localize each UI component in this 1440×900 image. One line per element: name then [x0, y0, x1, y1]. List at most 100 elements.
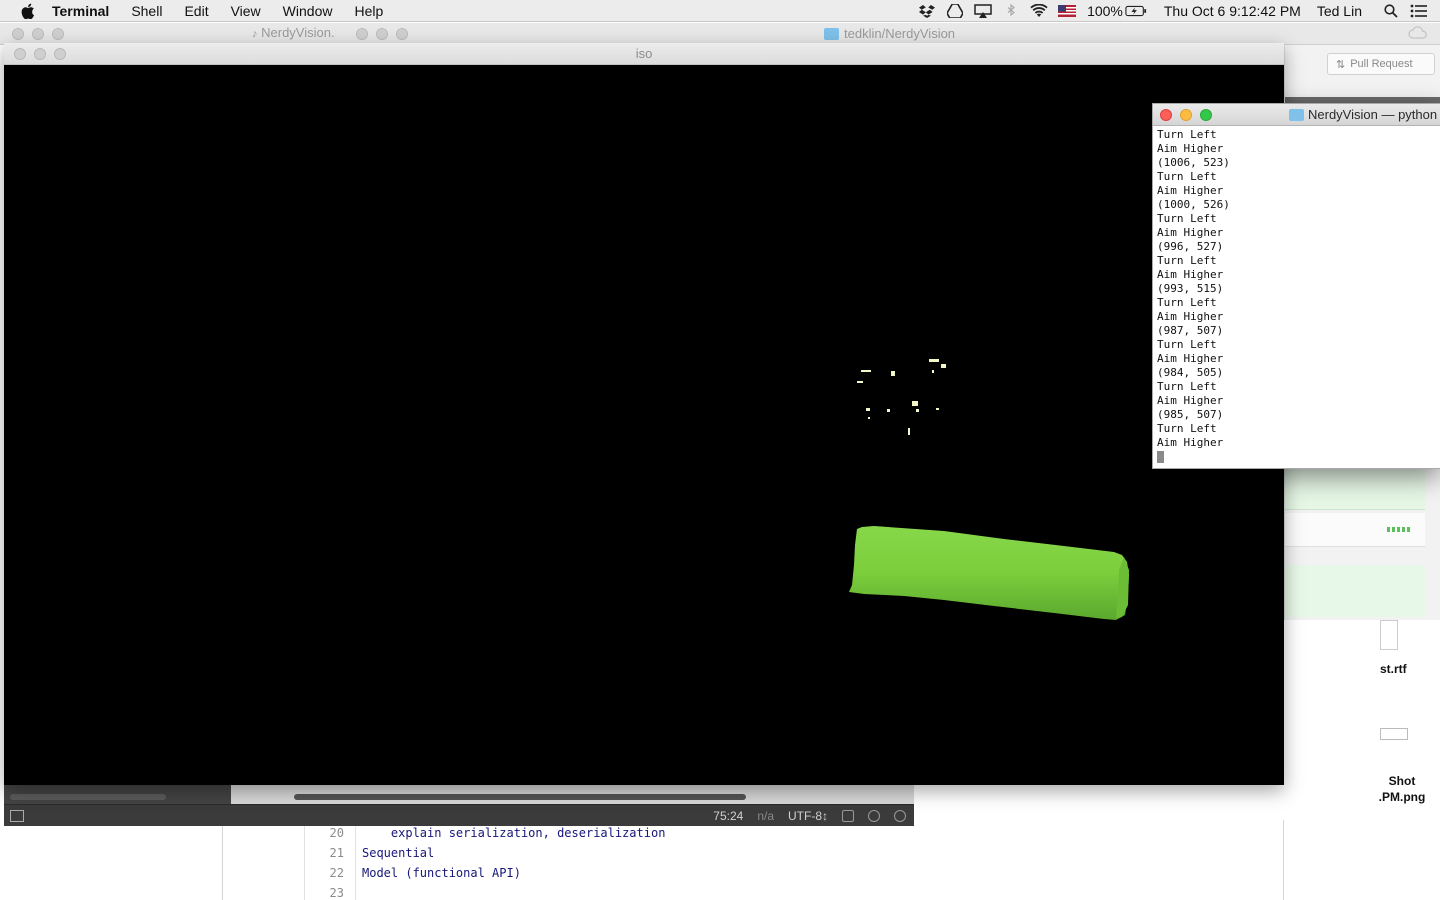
terminal-line: Turn Left — [1157, 254, 1217, 267]
editor-line: 20 explain serialization, deserializatio… — [304, 826, 1204, 846]
terminal-line: Turn Left — [1157, 170, 1217, 183]
editor-line: 22 Model (functional API) — [304, 866, 1204, 886]
apple-menu-icon[interactable] — [18, 0, 38, 22]
terminal-line: Turn Left — [1157, 296, 1217, 309]
iso-mask-image — [4, 65, 1284, 785]
commit-row[interactable] — [1285, 470, 1425, 510]
menu-view[interactable]: View — [220, 0, 272, 22]
terminal-line: (1006, 523) — [1157, 156, 1230, 169]
terminal-line: (984, 505) — [1157, 366, 1224, 379]
line-text: Sequential — [362, 846, 435, 860]
terminal-line: (996, 527) — [1157, 240, 1224, 253]
background-window-lights-2 — [356, 28, 408, 40]
terminal-line: Aim Higher — [1157, 142, 1224, 155]
menu-shell[interactable]: Shell — [120, 0, 173, 22]
terminal-line: Aim Higher — [1157, 184, 1224, 197]
airplay-icon[interactable] — [972, 0, 994, 22]
changes-row[interactable] — [1285, 513, 1425, 547]
zoom-button[interactable] — [1200, 109, 1212, 121]
terminal-line: (993, 515) — [1157, 282, 1224, 295]
editor-line: 21 Sequential — [304, 846, 1204, 866]
rtf-file-thumbnail[interactable] — [1380, 620, 1398, 650]
menu-edit[interactable]: Edit — [173, 0, 219, 22]
sidebar-toggle-icon[interactable] — [10, 809, 24, 822]
green-target-blob — [849, 526, 1129, 620]
dropbox-icon[interactable] — [916, 0, 938, 22]
editor-gutter — [304, 820, 356, 900]
iso-window[interactable]: iso — [4, 43, 1284, 785]
comment-icon[interactable] — [894, 810, 906, 822]
terminal-line: Aim Higher — [1157, 226, 1224, 239]
line-text: Model (functional API) — [362, 866, 521, 880]
bluetooth-icon[interactable] — [1000, 0, 1022, 22]
status-items: 75:24 n/a UTF-8↕ — [713, 805, 906, 827]
terminal-line: Aim Higher — [1157, 310, 1224, 323]
background-file-tab[interactable]: ♪ NerdyVision. — [252, 25, 335, 40]
sidebar-scrollbar[interactable] — [10, 794, 166, 800]
terminal-window[interactable]: NerdyVision — python Turn Left Aim Highe… — [1152, 103, 1440, 469]
editor-line: 23 — [304, 886, 1204, 900]
terminal-line: Turn Left — [1157, 212, 1217, 225]
wifi-icon[interactable] — [1028, 0, 1050, 22]
pull-request-icon: ⇅ — [1336, 58, 1346, 71]
png-file-thumbnail[interactable] — [1380, 728, 1408, 740]
terminal-line: Aim Higher — [1157, 352, 1224, 365]
us-flag-icon[interactable] — [1056, 0, 1078, 22]
terminal-output[interactable]: Turn Left Aim Higher (1006, 523) Turn Le… — [1157, 128, 1440, 463]
menu-bar: Terminal Shell Edit View Window Help 100… — [0, 0, 1440, 22]
spotlight-search-icon[interactable] — [1380, 0, 1402, 22]
mask-drawing — [849, 359, 1129, 620]
line-text: explain serialization, deserialization — [362, 826, 666, 840]
menu-window[interactable]: Window — [272, 0, 344, 22]
terminal-cursor — [1157, 451, 1164, 463]
user-name[interactable]: Ted Lin — [1317, 3, 1362, 19]
terminal-line: Turn Left — [1157, 422, 1217, 435]
folder-icon — [824, 27, 839, 40]
desktop-file-png-line2[interactable]: .PM.png — [1364, 790, 1440, 804]
settings-icon[interactable] — [868, 810, 880, 822]
folder-icon — [1289, 109, 1304, 121]
terminal-line: Aim Higher — [1157, 394, 1224, 407]
terminal-title-label: NerdyVision — python — [1308, 107, 1438, 122]
terminal-line: Turn Left — [1157, 338, 1217, 351]
cursor-position[interactable]: 75:24 — [713, 809, 743, 823]
background-window-lights — [12, 28, 64, 40]
battery-percent: 100% — [1087, 3, 1123, 19]
status-menu-area: 100% Thu Oct 6 9:12:42 PM Ted Lin — [913, 0, 1440, 22]
desktop-area: st.rtf Shot .PM.png — [1364, 620, 1440, 900]
terminal-line: Turn Left — [1157, 128, 1217, 141]
google-drive-icon[interactable] — [944, 0, 966, 22]
background-text-editor: 20 explain serialization, deserializatio… — [222, 820, 1284, 900]
terminal-line: Aim Higher — [1157, 436, 1224, 449]
close-button[interactable] — [1160, 109, 1172, 121]
file-icon: ♪ — [252, 28, 258, 40]
background-file-tab-label: NerdyVision. — [261, 25, 335, 40]
desktop-file-png-line1[interactable]: Shot — [1364, 774, 1440, 788]
menu-app-name[interactable]: Terminal — [38, 0, 120, 22]
menu-help[interactable]: Help — [343, 0, 394, 22]
diff-stat-icon — [1387, 527, 1411, 532]
grammar-indicator[interactable]: n/a — [757, 809, 774, 823]
desktop-file-rtf[interactable]: st.rtf — [1380, 662, 1440, 676]
background-repo-title: tedklin/NerdyVision — [824, 26, 955, 41]
minimize-button[interactable] — [1180, 109, 1192, 121]
clock[interactable]: Thu Oct 6 9:12:42 PM — [1164, 3, 1301, 19]
terminal-titlebar[interactable]: NerdyVision — python — [1153, 104, 1440, 126]
iso-titlebar[interactable]: iso — [4, 43, 1284, 65]
terminal-line: (985, 507) — [1157, 408, 1224, 421]
notification-center-icon[interactable] — [1408, 0, 1430, 22]
noise-specks — [857, 359, 946, 435]
lock-icon[interactable] — [842, 810, 854, 822]
editor-scrollbar[interactable] — [294, 794, 746, 800]
editor-status-bar: 75:24 n/a UTF-8↕ — [4, 804, 914, 826]
battery-icon[interactable] — [1125, 0, 1147, 22]
background-window-titlebar: ♪ NerdyVision. tedklin/NerdyVision — [0, 23, 1440, 45]
cloud-download-icon[interactable] — [1408, 26, 1428, 43]
terminal-window-lights — [1160, 109, 1212, 121]
terminal-line: (987, 507) — [1157, 324, 1224, 337]
pull-request-button[interactable]: ⇅ Pull Request — [1327, 53, 1435, 75]
terminal-line: Turn Left — [1157, 380, 1217, 393]
iso-window-title: iso — [635, 46, 653, 61]
terminal-line: Aim Higher — [1157, 268, 1224, 281]
encoding-selector[interactable]: UTF-8↕ — [788, 809, 828, 823]
